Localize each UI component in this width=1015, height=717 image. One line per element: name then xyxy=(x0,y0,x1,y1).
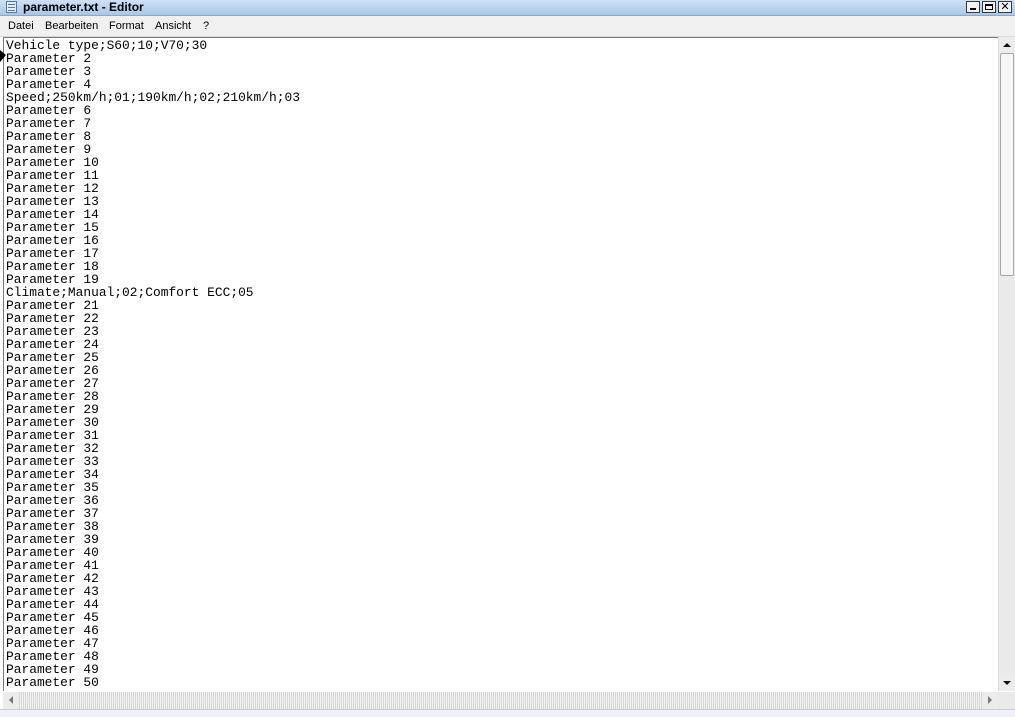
maximize-button[interactable] xyxy=(982,1,996,13)
text-editor-area[interactable]: Vehicle type;S60;10;V70;30 Parameter 2 Par… xyxy=(3,37,998,691)
menu-help[interactable]: ? xyxy=(203,16,209,36)
vertical-scrollbar[interactable] xyxy=(998,37,1015,691)
menu-format[interactable]: Format xyxy=(109,16,144,36)
close-button[interactable] xyxy=(998,0,1012,14)
menu-datei[interactable]: Datei xyxy=(8,16,34,36)
minimize-button[interactable] xyxy=(966,1,980,13)
menu-bar: Datei Bearbeiten Format Ansicht ? xyxy=(0,16,1015,37)
menu-bearbeiten[interactable]: Bearbeiten xyxy=(45,16,98,36)
title-bar[interactable]: parameter.txt - Editor xyxy=(0,0,1015,16)
scroll-up-arrow-icon xyxy=(1003,43,1011,47)
mouse-pointer-icon xyxy=(0,50,6,62)
scroll-up-button[interactable] xyxy=(999,37,1015,53)
scroll-right-arrow-icon xyxy=(988,696,992,704)
horizontal-scrollbar[interactable] xyxy=(3,692,998,709)
window-bottom-edge xyxy=(0,709,1015,717)
scroll-left-button[interactable] xyxy=(3,692,19,709)
scroll-down-button[interactable] xyxy=(999,675,1015,691)
scroll-left-arrow-icon xyxy=(9,696,13,704)
text-line: Parameter 50 xyxy=(6,675,99,690)
scroll-right-button[interactable] xyxy=(982,692,998,709)
scrollbar-corner xyxy=(998,692,1015,709)
notepad-icon[interactable] xyxy=(6,1,17,13)
scroll-down-arrow-icon xyxy=(1003,681,1011,685)
vertical-scroll-thumb[interactable] xyxy=(1000,53,1014,276)
menu-ansicht[interactable]: Ansicht xyxy=(155,16,191,36)
window-title: parameter.txt - Editor xyxy=(23,0,144,14)
